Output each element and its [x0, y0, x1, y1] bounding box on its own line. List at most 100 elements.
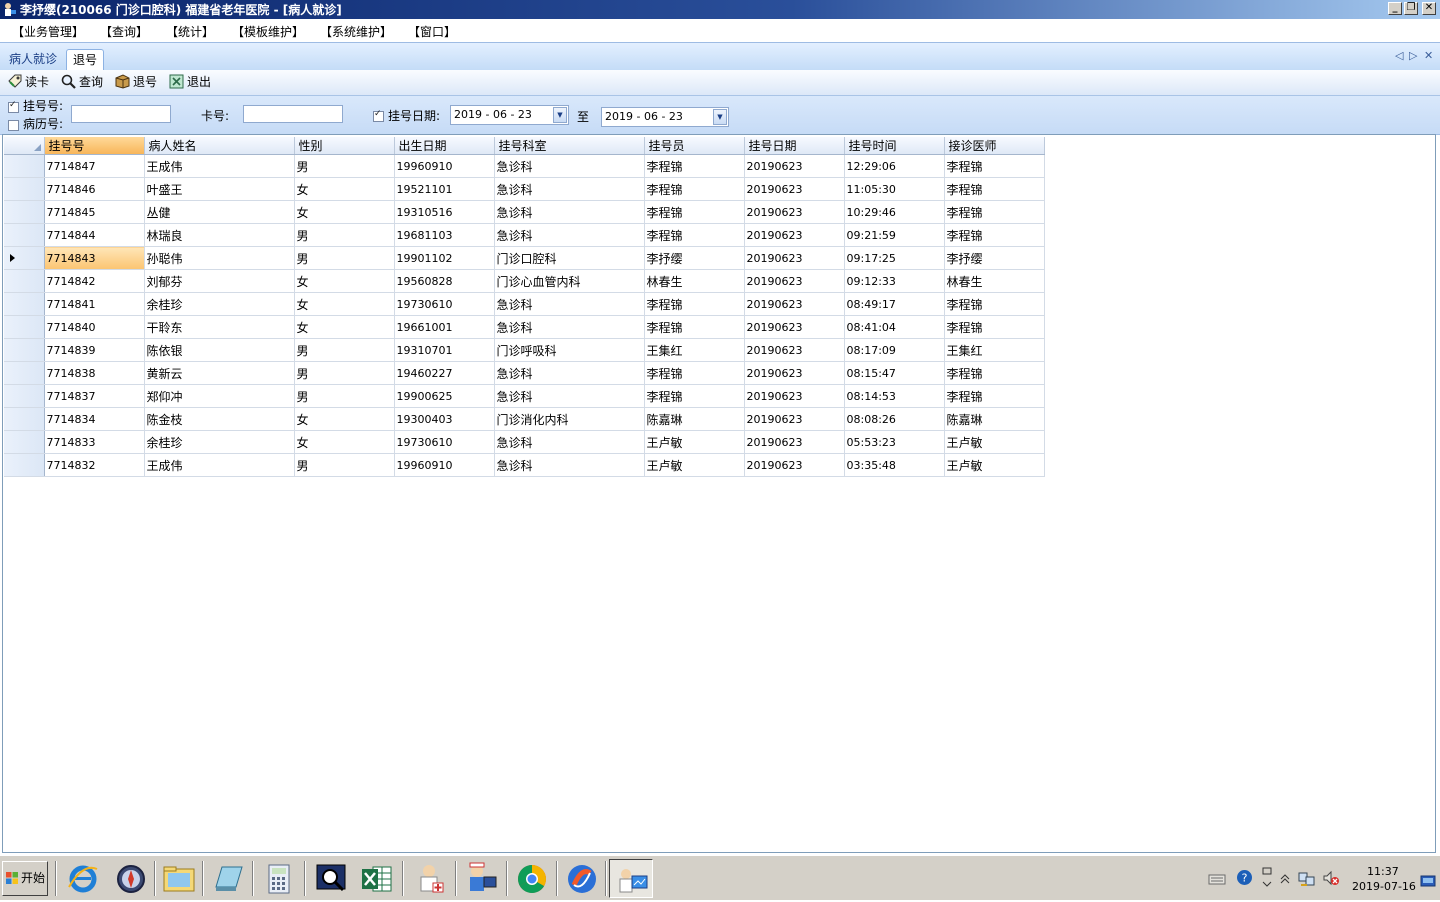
tab-patient-visit[interactable]: 病人就诊	[3, 49, 63, 70]
cell-reg-date[interactable]: 20190623	[744, 453, 845, 477]
cell-birth-date[interactable]: 19960910	[394, 154, 495, 178]
row-header[interactable]	[4, 200, 45, 224]
dropdown-arrow-icon[interactable]: ▼	[713, 109, 727, 125]
table-row[interactable]: 7714832 王成伟男 19960910 急诊科 王卢敏 20190623 03:35:4…	[4, 453, 1045, 477]
cancel-registration-button[interactable]: 退号	[115, 74, 157, 91]
grid-corner[interactable]	[4, 137, 45, 155]
reg-date-checkbox[interactable]	[373, 109, 384, 122]
cell-department[interactable]: 急诊科	[494, 361, 645, 385]
notebook-icon[interactable]	[206, 859, 250, 898]
cell-birth-date[interactable]: 19560828	[394, 269, 495, 293]
column-header-birth-date[interactable]: 出生日期	[394, 137, 495, 155]
cell-gender[interactable]: 女	[294, 200, 395, 224]
cell-doctor[interactable]: 李抒缨	[944, 246, 1045, 270]
table-row[interactable]: 7714845 丛健女 19310516 急诊科 李程锦 20190623 10:29:46…	[4, 200, 1045, 224]
cell-reg-no[interactable]: 7714840	[44, 315, 145, 339]
keyboard-icon[interactable]	[1208, 870, 1226, 886]
cell-registrar[interactable]: 李抒缨	[644, 246, 745, 270]
column-header-reg-time[interactable]: 挂号时间	[844, 137, 945, 155]
chrome-icon[interactable]	[510, 859, 554, 898]
row-header[interactable]	[4, 315, 45, 339]
cell-reg-no[interactable]: 7714838	[44, 361, 145, 385]
cell-birth-date[interactable]: 19300403	[394, 407, 495, 431]
cell-gender[interactable]: 女	[294, 430, 395, 454]
cell-gender[interactable]: 男	[294, 453, 395, 477]
network-icon[interactable]	[1298, 869, 1316, 887]
cell-reg-date[interactable]: 20190623	[744, 223, 845, 247]
cell-doctor[interactable]: 李程锦	[944, 154, 1045, 178]
cell-gender[interactable]: 女	[294, 177, 395, 201]
cell-reg-time[interactable]: 05:53:23	[844, 430, 945, 454]
cell-gender[interactable]: 女	[294, 269, 395, 293]
doctor-icon[interactable]	[409, 859, 453, 898]
cell-gender[interactable]: 女	[294, 407, 395, 431]
row-header[interactable]	[4, 292, 45, 316]
cell-department[interactable]: 急诊科	[494, 384, 645, 408]
menu-statistics[interactable]: 【统计】	[166, 23, 214, 40]
menu-window[interactable]: 【窗口】	[408, 23, 456, 40]
table-row[interactable]: 7714844 林瑞良男 19681103 急诊科 李程锦 20190623 09:21:5…	[4, 223, 1045, 247]
cell-reg-date[interactable]: 20190623	[744, 269, 845, 293]
cell-gender[interactable]: 男	[294, 246, 395, 270]
table-row[interactable]: 7714840 干聆东女 19661001 急诊科 李程锦 20190623 08:41:0…	[4, 315, 1045, 339]
cell-reg-time[interactable]: 08:14:53	[844, 384, 945, 408]
column-header-reg-no[interactable]: 挂号号	[44, 137, 145, 155]
cell-patient-name[interactable]: 郑仰冲	[144, 384, 295, 408]
cell-patient-name[interactable]: 刘郁芬	[144, 269, 295, 293]
column-header-reg-date[interactable]: 挂号日期	[744, 137, 845, 155]
cell-department[interactable]: 急诊科	[494, 223, 645, 247]
cell-reg-no[interactable]: 7714834	[44, 407, 145, 431]
column-header-patient-name[interactable]: 病人姓名	[144, 137, 295, 155]
table-row[interactable]: 7714837 郑仰冲男 19900625 急诊科 李程锦 20190623 08:14:5…	[4, 384, 1045, 408]
cell-patient-name[interactable]: 叶盛王	[144, 177, 295, 201]
cell-doctor[interactable]: 李程锦	[944, 315, 1045, 339]
cell-birth-date[interactable]: 19901102	[394, 246, 495, 270]
cell-patient-name[interactable]: 黄新云	[144, 361, 295, 385]
cell-reg-time[interactable]: 03:35:48	[844, 453, 945, 477]
cell-reg-no[interactable]: 7714845	[44, 200, 145, 224]
compass-icon[interactable]	[109, 859, 153, 898]
cell-reg-date[interactable]: 20190623	[744, 177, 845, 201]
start-button[interactable]: 开始	[2, 861, 48, 896]
row-header[interactable]	[4, 407, 45, 431]
window-switch-icon[interactable]	[1261, 866, 1273, 888]
cell-department[interactable]: 急诊科	[494, 430, 645, 454]
cell-reg-time[interactable]: 08:15:47	[844, 361, 945, 385]
table-row[interactable]: 7714841 余桂珍女 19730610 急诊科 李程锦 20190623 08:49:1…	[4, 292, 1045, 316]
cell-reg-date[interactable]: 20190623	[744, 315, 845, 339]
minimize-button[interactable]: _	[1388, 2, 1402, 15]
tab-prev-icon[interactable]: ◁	[1395, 49, 1403, 62]
cell-patient-name[interactable]: 余桂珍	[144, 430, 295, 454]
cell-reg-date[interactable]: 20190623	[744, 338, 845, 362]
cell-gender[interactable]: 男	[294, 361, 395, 385]
tab-cancel-registration[interactable]: 退号	[66, 49, 105, 70]
row-header[interactable]	[4, 223, 45, 247]
cell-reg-no[interactable]: 7714833	[44, 430, 145, 454]
cell-gender[interactable]: 女	[294, 292, 395, 316]
read-card-button[interactable]: 读卡	[7, 74, 49, 91]
cell-birth-date[interactable]: 19460227	[394, 361, 495, 385]
cell-reg-date[interactable]: 20190623	[744, 246, 845, 270]
cell-department[interactable]: 急诊科	[494, 200, 645, 224]
row-header[interactable]	[4, 154, 45, 178]
row-header[interactable]	[4, 430, 45, 454]
table-row[interactable]: 7714847 王成伟男 19960910 急诊科 李程锦 20190623 12:29:0…	[4, 154, 1045, 178]
reg-no-checkbox[interactable]	[8, 100, 19, 113]
record-no-checkbox[interactable]	[8, 120, 19, 131]
tab-next-icon[interactable]: ▷	[1409, 49, 1417, 62]
excel-icon[interactable]	[355, 859, 399, 898]
cell-department[interactable]: 急诊科	[494, 292, 645, 316]
cell-birth-date[interactable]: 19730610	[394, 430, 495, 454]
reg-no-input[interactable]	[71, 105, 171, 123]
cell-registrar[interactable]: 陈嘉琳	[644, 407, 745, 431]
cell-reg-no[interactable]: 7714841	[44, 292, 145, 316]
column-header-department[interactable]: 挂号科室	[494, 137, 645, 155]
cell-birth-date[interactable]: 19960910	[394, 453, 495, 477]
column-header-gender[interactable]: 性别	[294, 137, 395, 155]
cell-registrar[interactable]: 李程锦	[644, 315, 745, 339]
cell-gender[interactable]: 男	[294, 223, 395, 247]
close-button[interactable]: ✕	[1422, 2, 1436, 15]
cell-patient-name[interactable]: 陈金枝	[144, 407, 295, 431]
ie-icon[interactable]	[61, 859, 105, 898]
row-header[interactable]	[4, 453, 45, 477]
